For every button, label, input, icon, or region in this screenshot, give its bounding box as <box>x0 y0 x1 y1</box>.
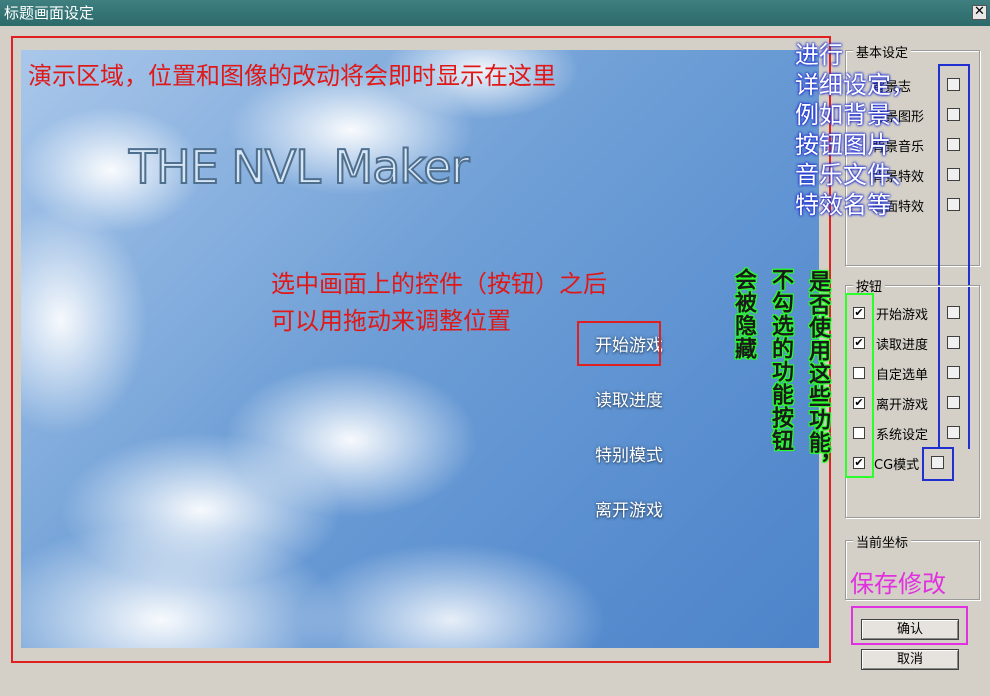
selected-control-outline <box>577 321 661 366</box>
ok-button[interactable]: 确认 <box>861 619 959 640</box>
preview-area[interactable]: THE NVL Maker 开始游戏 读取进度 特别模式 离开游戏 <box>21 50 819 648</box>
detail-note: 进行 详细设定， 例如背景、 按钮图片 音乐文件、 特效名等 <box>795 41 915 219</box>
drag-hint-line-2: 可以用拖动来调整位置 <box>271 307 511 335</box>
save-note: 保存修改 <box>850 570 946 598</box>
button-item-system: 系统设定 <box>876 428 929 443</box>
detail-button-load[interactable] <box>947 336 960 349</box>
cancel-button[interactable]: 取消 <box>861 649 959 670</box>
detail-button-custom-menu[interactable] <box>947 366 960 379</box>
drag-hint-line-1: 选中画面上的控件（按钮）之后 <box>271 270 607 298</box>
detail-button-exit[interactable] <box>947 396 960 409</box>
checkbox-system[interactable] <box>853 427 865 439</box>
checkbox-custom-menu[interactable] <box>853 367 865 379</box>
checkbox-exit[interactable]: ✔ <box>853 397 865 409</box>
title-bar: 标题画面设定 ✕ <box>0 0 990 26</box>
demo-area-note: 演示区域，位置和图像的改动将会即时显示在这里 <box>28 62 556 90</box>
menu-button-special[interactable]: 特别模式 <box>595 441 663 466</box>
title-logo[interactable]: THE NVL Maker <box>128 139 471 195</box>
window-title: 标题画面设定 <box>4 4 95 22</box>
checkbox-column-outline <box>845 293 874 478</box>
detail-button-cg[interactable] <box>931 456 944 469</box>
button-item-cg: CG模式 <box>874 458 920 473</box>
detail-button-start[interactable] <box>947 306 960 319</box>
detail-button-system[interactable] <box>947 426 960 439</box>
checkbox-cg[interactable]: ✔ <box>853 457 865 469</box>
button-item-start: 开始游戏 <box>876 308 929 323</box>
note-column-3: 会被隐藏 <box>731 268 756 360</box>
close-button[interactable]: ✕ <box>972 5 987 20</box>
checkbox-load[interactable]: ✔ <box>853 337 865 349</box>
note-column-2: 不勾选的功能按钮 <box>768 268 793 452</box>
button-item-exit: 离开游戏 <box>876 398 929 413</box>
note-column-1: 是否使用这些功能， <box>805 270 830 477</box>
button-item-custom-menu: 自定选单 <box>876 368 929 383</box>
button-item-load: 读取进度 <box>876 338 929 353</box>
checkbox-start[interactable]: ✔ <box>853 307 865 319</box>
close-icon: ✕ <box>974 4 985 19</box>
menu-button-load[interactable]: 读取进度 <box>595 386 663 411</box>
menu-button-exit[interactable]: 离开游戏 <box>595 496 663 521</box>
coords-label: 当前坐标 <box>853 532 912 551</box>
